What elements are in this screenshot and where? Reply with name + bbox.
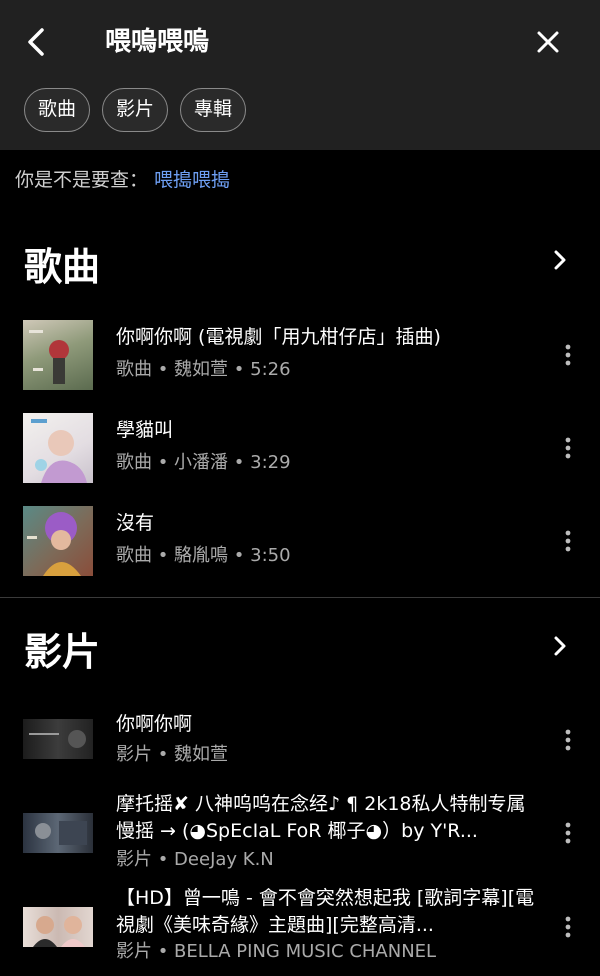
back-button[interactable]	[14, 20, 58, 64]
more-vert-icon	[565, 822, 571, 844]
video-title: 【HD】曾一鳴 - 會不會突然想起我 [歌詞字幕][電視劇《美味奇緣》主題曲][…	[116, 887, 535, 936]
more-vert-icon	[565, 729, 571, 751]
videos-more-button[interactable]	[544, 630, 576, 662]
more-vert-icon	[565, 437, 571, 459]
more-options-button[interactable]	[552, 817, 584, 849]
songs-section-title: 歌曲	[24, 245, 101, 289]
chevron-right-icon	[554, 636, 566, 656]
chip-songs[interactable]: 歌曲	[24, 88, 91, 132]
song-title: 學貓叫	[116, 419, 174, 441]
song-subtitle: 歌曲 • 魏如萱 • 5:26	[116, 359, 291, 380]
video-thumbnail	[23, 813, 93, 853]
videos-section-title: 影片	[24, 630, 101, 674]
chevron-right-icon	[554, 250, 566, 270]
song-thumbnail	[23, 506, 93, 576]
search-header: 喂嗚喂嗚 歌曲 影片 專輯	[0, 0, 600, 150]
section-divider	[0, 597, 600, 598]
video-subtitle: 影片 • DeeJay K.N	[116, 849, 274, 870]
chip-videos[interactable]: 影片	[102, 88, 169, 132]
more-options-button[interactable]	[552, 911, 584, 943]
songs-more-button[interactable]	[544, 244, 576, 276]
more-vert-icon	[565, 916, 571, 938]
song-subtitle: 歌曲 • 駱胤鳴 • 3:50	[116, 545, 291, 566]
close-button[interactable]	[526, 20, 570, 64]
more-options-button[interactable]	[552, 525, 584, 557]
search-query[interactable]: 喂嗚喂嗚	[105, 20, 209, 64]
more-options-button[interactable]	[552, 724, 584, 756]
song-thumbnail	[23, 413, 93, 483]
song-row[interactable]: 學貓叫 歌曲 • 小潘潘 • 3:29	[0, 413, 600, 483]
video-row[interactable]: 摩托摇✘ 八神呜呜在念经♪ ¶ 2k18私人特制专属慢摇 → (◕SpEcIaL…	[0, 791, 600, 873]
more-vert-icon	[565, 344, 571, 366]
more-options-button[interactable]	[552, 339, 584, 371]
video-thumbnail	[23, 907, 93, 947]
song-title: 你啊你啊 (電視劇「用九柑仔店」插曲)	[116, 326, 441, 348]
video-row[interactable]: 【HD】曾一鳴 - 會不會突然想起我 [歌詞字幕][電視劇《美味奇緣》主題曲][…	[0, 885, 600, 967]
video-title: 你啊你啊	[116, 713, 193, 735]
song-subtitle: 歌曲 • 小潘潘 • 3:29	[116, 452, 291, 473]
song-row[interactable]: 沒有 歌曲 • 駱胤鳴 • 3:50	[0, 506, 600, 576]
video-row[interactable]: 你啊你啊 影片 • 魏如萱	[0, 711, 600, 767]
video-subtitle: 影片 • BELLA PING MUSIC CHANNEL	[116, 941, 437, 962]
song-thumbnail	[23, 320, 93, 390]
song-title: 沒有	[116, 512, 155, 534]
more-vert-icon	[565, 530, 571, 552]
video-subtitle: 影片 • 魏如萱	[116, 744, 229, 765]
did-you-mean-link[interactable]: 喂搗喂搗	[154, 169, 230, 191]
song-row[interactable]: 你啊你啊 (電視劇「用九柑仔店」插曲) 歌曲 • 魏如萱 • 5:26	[0, 320, 600, 390]
close-icon	[537, 31, 559, 53]
video-thumbnail	[23, 719, 93, 759]
back-arrow-icon	[28, 28, 44, 56]
did-you-mean: 你是不是要查： 喂搗喂搗	[15, 164, 230, 196]
video-title: 摩托摇✘ 八神呜呜在念经♪ ¶ 2k18私人特制专属慢摇 → (◕SpEcIaL…	[116, 793, 526, 842]
did-you-mean-label: 你是不是要查：	[15, 169, 149, 191]
chip-albums[interactable]: 專輯	[180, 88, 247, 132]
filter-chips: 歌曲 影片 專輯	[24, 88, 258, 132]
more-options-button[interactable]	[552, 432, 584, 464]
